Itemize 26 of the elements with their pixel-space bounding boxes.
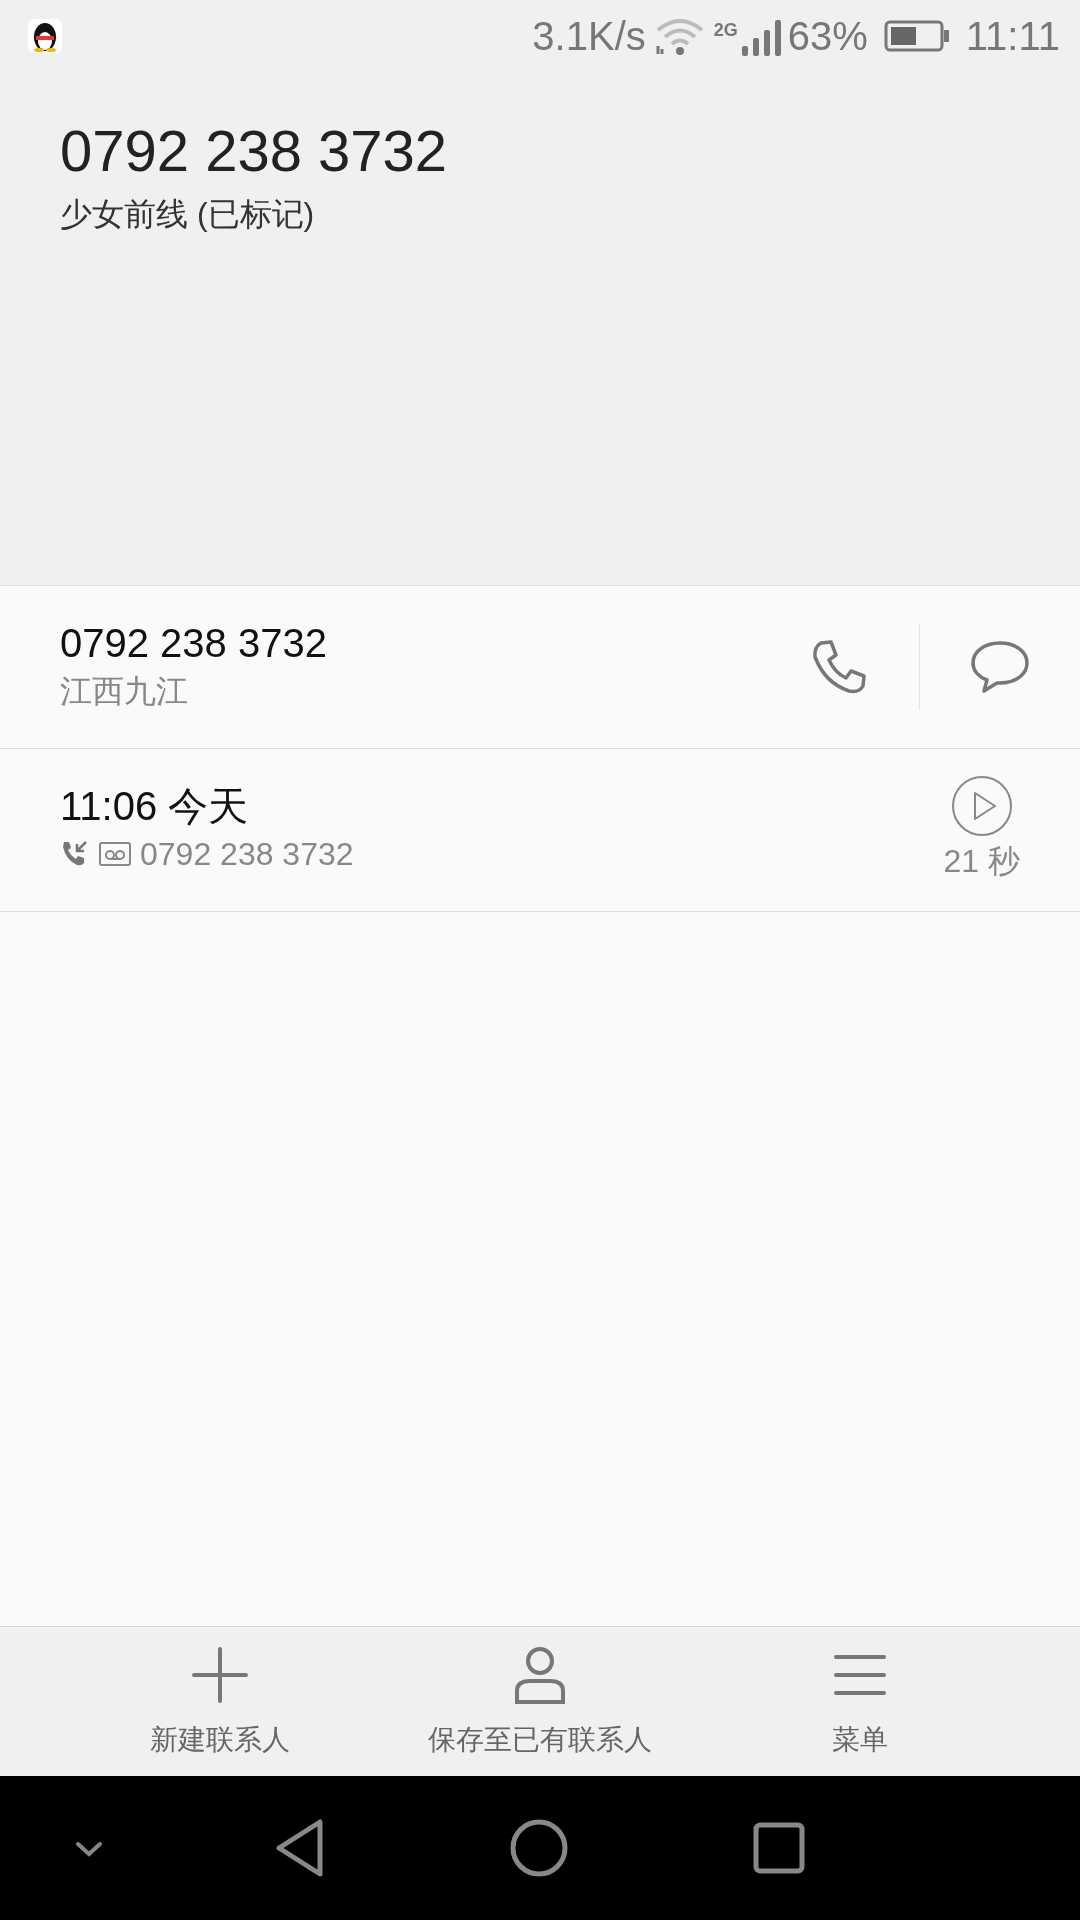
call-time: 11:06 今天 bbox=[60, 783, 250, 830]
phone-location: 江西九江 bbox=[60, 672, 189, 711]
plus-icon bbox=[190, 1645, 250, 1705]
network-type: 2G bbox=[713, 21, 738, 39]
phone-number: 0792 238 3732 bbox=[60, 620, 328, 667]
speech-bubble-icon bbox=[970, 639, 1030, 695]
recents-icon bbox=[753, 1822, 805, 1874]
network-speed: 3.1K/s bbox=[532, 13, 646, 60]
battery-percent: 63% bbox=[787, 13, 868, 60]
call-number: 0792 238 3732 bbox=[140, 835, 354, 874]
caller-label: 少女前线 (已标记) bbox=[60, 194, 316, 234]
play-button[interactable] bbox=[950, 775, 1013, 837]
play-icon bbox=[950, 775, 1013, 837]
home-icon bbox=[510, 1819, 568, 1877]
home-button[interactable] bbox=[510, 1819, 568, 1877]
caller-number: 0792 238 3732 bbox=[60, 117, 449, 185]
bottom-action[interactable]: 菜单 bbox=[700, 1627, 1020, 1776]
back-icon bbox=[274, 1818, 326, 1878]
back-button[interactable] bbox=[274, 1818, 326, 1878]
call-duration: 21 秒 bbox=[943, 842, 1020, 881]
penguin-icon bbox=[28, 19, 62, 53]
recents-button[interactable] bbox=[753, 1822, 805, 1874]
bottom-action[interactable]: 保存至已有联系人 bbox=[380, 1627, 700, 1776]
message-button[interactable] bbox=[970, 639, 1030, 695]
status-time: 11:11 bbox=[965, 13, 1060, 60]
bottom-action[interactable]: 新建联系人 bbox=[60, 1627, 380, 1776]
